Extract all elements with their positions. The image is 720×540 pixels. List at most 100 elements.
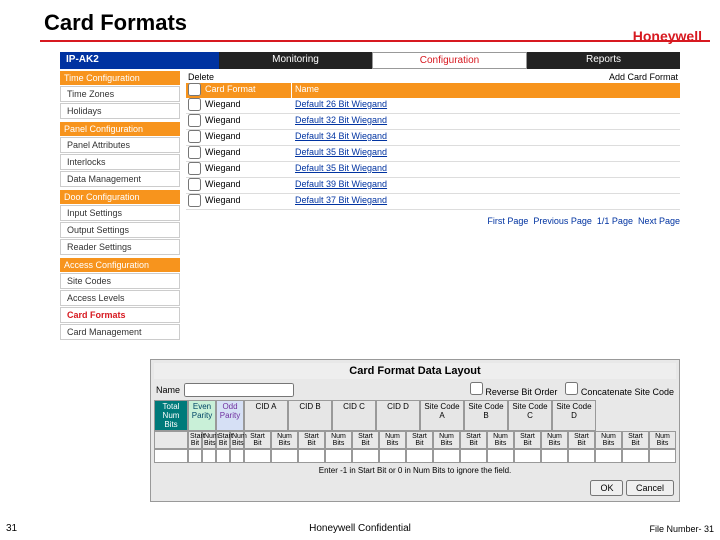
sca-start-input[interactable]	[460, 449, 487, 463]
nav-title: IP-AK2	[60, 52, 219, 69]
name-input[interactable]	[184, 383, 294, 397]
row-name-link[interactable]: Default 34 Bit Wiegand	[292, 130, 680, 145]
cidc-start-input[interactable]	[352, 449, 379, 463]
row-checkbox[interactable]	[188, 114, 201, 127]
row-name-link[interactable]: Default 35 Bit Wiegand	[292, 162, 680, 177]
row-name-link[interactable]: Default 35 Bit Wiegand	[292, 146, 680, 161]
delete-link[interactable]: Delete	[188, 72, 214, 82]
select-all-checkbox[interactable]	[188, 83, 201, 96]
add-card-format-link[interactable]: Add Card Format	[609, 72, 678, 82]
pager-first[interactable]: First Page	[487, 216, 528, 226]
total-num-bits-input[interactable]	[154, 449, 188, 463]
sidebar-item-holidays[interactable]: Holidays	[60, 103, 180, 119]
row-checkbox[interactable]	[188, 162, 201, 175]
table-row: WiegandDefault 32 Bit Wiegand	[186, 114, 680, 130]
col-odd-parity: Odd Parity	[216, 400, 244, 431]
scd-start-input[interactable]	[622, 449, 649, 463]
cidc-num-input[interactable]	[379, 449, 406, 463]
slide-title: Card Formats	[0, 0, 720, 40]
scc-start-input[interactable]	[568, 449, 595, 463]
main-panel: Delete Add Card Format Card Format Name …	[186, 71, 680, 343]
sidebar-item-reader-settings[interactable]: Reader Settings	[60, 239, 180, 255]
sidebar-item-interlocks[interactable]: Interlocks	[60, 154, 180, 170]
table-row: WiegandDefault 26 Bit Wiegand	[186, 98, 680, 114]
page-number: 31	[6, 523, 17, 534]
table-row: WiegandDefault 39 Bit Wiegand	[186, 178, 680, 194]
row-checkbox[interactable]	[188, 98, 201, 111]
col-card-format: Card Format	[202, 83, 292, 98]
row-cf: Wiegand	[202, 114, 292, 129]
sidebar-item-card-formats[interactable]: Card Formats	[60, 307, 180, 323]
scc-num-input[interactable]	[595, 449, 622, 463]
row-cf: Wiegand	[202, 130, 292, 145]
odd-start-input[interactable]	[216, 449, 230, 463]
sidebar-item-card-management[interactable]: Card Management	[60, 324, 180, 340]
sidebar-item-access-levels[interactable]: Access Levels	[60, 290, 180, 306]
row-name-link[interactable]: Default 39 Bit Wiegand	[292, 178, 680, 193]
reverse-checkbox[interactable]	[470, 382, 483, 395]
col-total-num-bits: Total Num Bits	[154, 400, 188, 431]
sidebar-head-door: Door Configuration	[60, 190, 180, 204]
row-cf: Wiegand	[202, 194, 292, 209]
scd-num-input[interactable]	[649, 449, 676, 463]
col-cid-a: CID A	[244, 400, 288, 431]
row-cf: Wiegand	[202, 146, 292, 161]
sidebar: Time Configuration Time Zones Holidays P…	[60, 71, 180, 343]
col-site-code-d: Site Code D	[552, 400, 596, 431]
row-name-link[interactable]: Default 37 Bit Wiegand	[292, 194, 680, 209]
sidebar-head-access: Access Configuration	[60, 258, 180, 272]
tab-configuration[interactable]: Configuration	[372, 52, 527, 69]
sidebar-item-output-settings[interactable]: Output Settings	[60, 222, 180, 238]
confidential-label: Honeywell Confidential	[309, 523, 411, 534]
cidd-num-input[interactable]	[433, 449, 460, 463]
col-name: Name	[292, 83, 680, 98]
pager-current: 1/1 Page	[597, 216, 633, 226]
table-row: WiegandDefault 35 Bit Wiegand	[186, 162, 680, 178]
cidb-num-input[interactable]	[325, 449, 352, 463]
pager-prev[interactable]: Previous Page	[533, 216, 592, 226]
scb-num-input[interactable]	[541, 449, 568, 463]
sidebar-item-site-codes[interactable]: Site Codes	[60, 273, 180, 289]
tab-reports[interactable]: Reports	[527, 52, 680, 69]
reverse-text: Reverse Bit Order	[485, 387, 557, 397]
cancel-button[interactable]: Cancel	[626, 480, 674, 496]
odd-num-input[interactable]	[230, 449, 244, 463]
tab-monitoring[interactable]: Monitoring	[219, 52, 372, 69]
row-name-link[interactable]: Default 26 Bit Wiegand	[292, 98, 680, 113]
reverse-checkbox-label[interactable]: Reverse Bit Order	[470, 382, 558, 397]
concat-checkbox[interactable]	[565, 382, 578, 395]
row-cf: Wiegand	[202, 178, 292, 193]
concat-checkbox-label[interactable]: Concatenate Site Code	[565, 382, 674, 397]
col-cid-d: CID D	[376, 400, 420, 431]
row-cf: Wiegand	[202, 162, 292, 177]
name-label: Name	[156, 385, 180, 395]
cidb-start-input[interactable]	[298, 449, 325, 463]
row-name-link[interactable]: Default 32 Bit Wiegand	[292, 114, 680, 129]
cida-num-input[interactable]	[271, 449, 298, 463]
even-num-input[interactable]	[202, 449, 216, 463]
even-start-input[interactable]	[188, 449, 202, 463]
sidebar-item-time-zones[interactable]: Time Zones	[60, 86, 180, 102]
row-checkbox[interactable]	[188, 194, 201, 207]
pager-next[interactable]: Next Page	[638, 216, 680, 226]
cidd-start-input[interactable]	[406, 449, 433, 463]
layout-columns: Total Num Bits Even Parity Odd Parity CI…	[154, 400, 676, 431]
cida-start-input[interactable]	[244, 449, 271, 463]
layout-title: Card Format Data Layout	[154, 363, 676, 379]
table-row: WiegandDefault 37 Bit Wiegand	[186, 194, 680, 210]
table-row: WiegandDefault 35 Bit Wiegand	[186, 146, 680, 162]
sidebar-head-panel: Panel Configuration	[60, 122, 180, 136]
row-checkbox[interactable]	[188, 146, 201, 159]
row-checkbox[interactable]	[188, 178, 201, 191]
layout-hint: Enter -1 in Start Bit or 0 in Num Bits t…	[154, 463, 676, 478]
sidebar-item-panel-attributes[interactable]: Panel Attributes	[60, 137, 180, 153]
scb-start-input[interactable]	[514, 449, 541, 463]
row-checkbox[interactable]	[188, 130, 201, 143]
brand-logo: Honeywell	[633, 28, 702, 44]
col-site-code-b: Site Code B	[464, 400, 508, 431]
sca-num-input[interactable]	[487, 449, 514, 463]
sidebar-item-input-settings[interactable]: Input Settings	[60, 205, 180, 221]
ok-button[interactable]: OK	[590, 480, 623, 496]
file-number: File Number- 31	[649, 524, 714, 534]
sidebar-item-data-management[interactable]: Data Management	[60, 171, 180, 187]
